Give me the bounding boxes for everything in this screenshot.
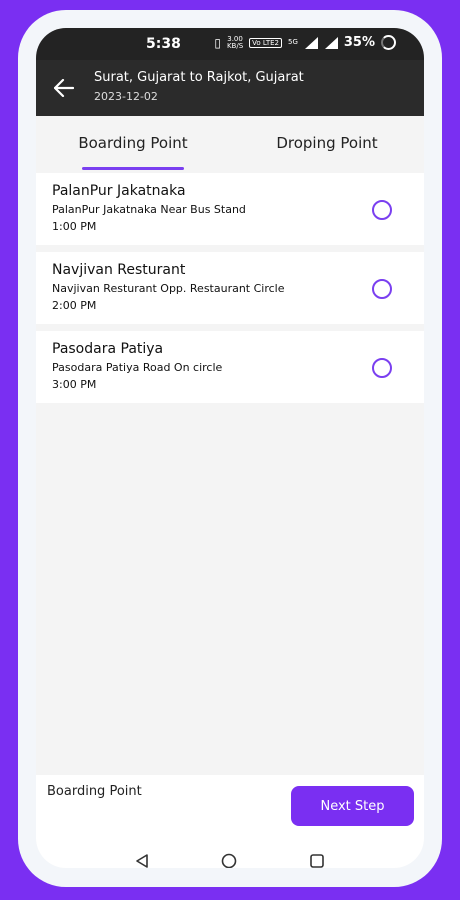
point-time: 2:00 PM xyxy=(52,299,97,312)
status-time: 5:38 xyxy=(146,36,181,52)
app-bar: Surat, Gujarat to Rajkot, Gujarat 2023-1… xyxy=(36,60,424,116)
route-date: 2023-12-02 xyxy=(94,90,158,103)
signal-icon xyxy=(304,36,318,49)
list-item[interactable]: PalanPur Jakatnaka PalanPur Jakatnaka Ne… xyxy=(36,173,424,245)
point-address: PalanPur Jakatnaka Near Bus Stand xyxy=(52,203,246,216)
point-name: Pasodara Patiya xyxy=(52,341,164,357)
back-button[interactable] xyxy=(50,74,78,102)
point-address: Navjivan Resturant Opp. Restaurant Circl… xyxy=(52,282,285,295)
radio-button[interactable] xyxy=(372,358,392,378)
list-item[interactable]: Navjivan Resturant Navjivan Resturant Op… xyxy=(36,252,424,324)
point-time: 3:00 PM xyxy=(52,378,97,391)
next-step-button[interactable]: Next Step xyxy=(291,786,414,826)
tab-boarding-point[interactable]: Boarding Point xyxy=(76,116,190,170)
nav-recents-button[interactable] xyxy=(306,850,328,868)
point-name: Navjivan Resturant xyxy=(52,262,186,278)
status-bar: 5:38 ▯ 3.00 KB/S Vo LTE2 5G 35% xyxy=(36,28,424,60)
list-item[interactable]: Pasodara Patiya Pasodara Patiya Road On … xyxy=(36,331,424,403)
radio-button[interactable] xyxy=(372,279,392,299)
app-screen: 5:38 ▯ 3.00 KB/S Vo LTE2 5G 35% Surat, G… xyxy=(36,28,424,868)
system-nav-bar xyxy=(36,838,424,868)
nav-back-button[interactable] xyxy=(131,850,153,868)
selection-label: Boarding Point xyxy=(47,784,142,799)
bottom-bar: Boarding Point Next Step xyxy=(36,775,424,838)
point-address: Pasodara Patiya Road On circle xyxy=(52,361,223,374)
network-speed: 3.00 KB/S xyxy=(226,34,244,50)
circle-home-icon xyxy=(221,853,237,868)
arrow-left-icon xyxy=(54,79,74,97)
triangle-back-icon xyxy=(136,854,148,868)
route-title: Surat, Gujarat to Rajkot, Gujarat xyxy=(94,70,304,85)
signal-icon-2 xyxy=(324,36,338,49)
tab-bar: Boarding Point Droping Point xyxy=(36,116,424,170)
status-icons: ▯ 3.00 KB/S Vo LTE2 5G 35% xyxy=(214,35,396,50)
volte-badge: Vo LTE2 xyxy=(249,37,282,48)
tab-droping-point[interactable]: Droping Point xyxy=(268,116,386,170)
signal-label: 5G xyxy=(287,38,298,46)
battery-percent: 35% xyxy=(343,35,375,50)
point-time: 1:00 PM xyxy=(52,220,97,233)
vibrate-icon: ▯ xyxy=(214,35,221,50)
square-recents-icon xyxy=(310,854,324,868)
active-tab-indicator xyxy=(82,167,184,170)
point-name: PalanPur Jakatnaka xyxy=(52,183,186,199)
nav-home-button[interactable] xyxy=(218,850,240,868)
battery-icon xyxy=(381,35,396,50)
radio-button[interactable] xyxy=(372,200,392,220)
